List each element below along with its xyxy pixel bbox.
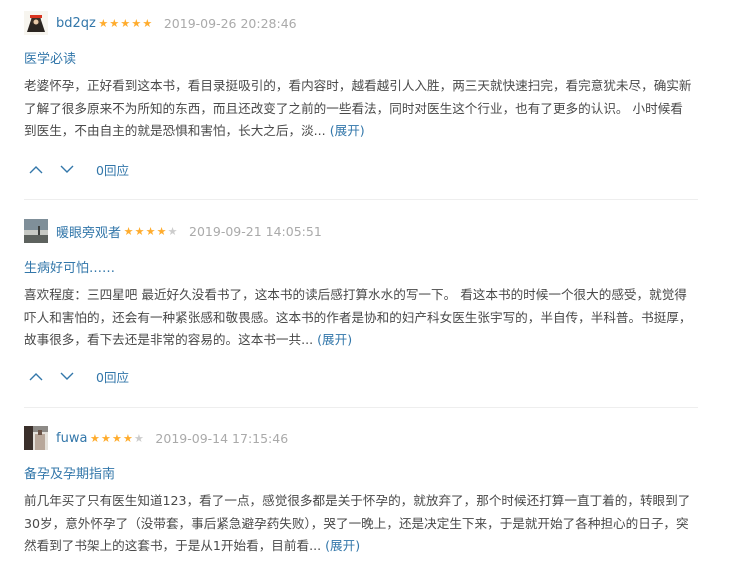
review-date: 2019-09-21 14:05:51: [189, 223, 322, 239]
downvote-button[interactable]: [55, 160, 79, 178]
star-icon: ★: [131, 16, 142, 30]
username[interactable]: 暖眼旁观者: [56, 222, 121, 241]
avatar[interactable]: [24, 426, 48, 450]
star-icon: ★: [100, 431, 111, 445]
rating-stars: ★ ★ ★ ★ ★: [98, 18, 153, 29]
reply-count[interactable]: 0回应: [96, 367, 129, 386]
review-title[interactable]: 备孕及孕期指南: [24, 463, 115, 482]
upvote-button[interactable]: [24, 160, 48, 178]
avatar[interactable]: [24, 219, 48, 243]
username[interactable]: fuwa: [56, 431, 87, 446]
expand-link[interactable]: (展开): [330, 123, 365, 138]
review-title[interactable]: 生病好可怕……: [24, 257, 115, 276]
star-icon: ★: [98, 16, 109, 30]
star-icon: ★: [133, 431, 144, 445]
upvote-button[interactable]: [24, 367, 48, 385]
star-icon: ★: [120, 16, 131, 30]
star-icon: ★: [142, 16, 153, 30]
expand-link[interactable]: (展开): [325, 538, 360, 553]
chevron-down-icon: [60, 165, 74, 173]
review-text: 前几年买了只有医生知道123，看了一点，感觉很多都是关于怀孕的，就放弃了，那个时…: [24, 490, 692, 558]
review-date: 2019-09-14 17:15:46: [155, 430, 289, 446]
chevron-up-icon: [29, 372, 43, 380]
chevron-down-icon: [60, 372, 74, 380]
review-actions: 0回应: [24, 365, 129, 387]
chevron-up-icon: [29, 165, 43, 173]
expand-link[interactable]: (展开): [317, 332, 352, 347]
star-icon: ★: [123, 224, 134, 238]
avatar[interactable]: [24, 11, 48, 35]
downvote-button[interactable]: [55, 367, 79, 385]
review-title[interactable]: 医学必读: [24, 48, 76, 67]
star-icon: ★: [134, 224, 145, 238]
star-icon: ★: [111, 431, 122, 445]
reply-count[interactable]: 0回应: [96, 160, 129, 179]
username[interactable]: bd2qz: [56, 16, 96, 31]
star-icon: ★: [156, 224, 167, 238]
divider: [24, 199, 698, 200]
review-header: 暖眼旁观者 ★ ★ ★ ★ ★ 2019-09-21 14:05:51: [24, 219, 322, 243]
star-icon: ★: [167, 224, 178, 238]
star-icon: ★: [109, 16, 120, 30]
review-actions: 0回应: [24, 158, 129, 180]
star-icon: ★: [89, 431, 100, 445]
rating-stars: ★ ★ ★ ★ ★: [123, 226, 178, 237]
review-date: 2019-09-26 20:28:46: [163, 15, 297, 31]
star-icon: ★: [145, 224, 156, 238]
review-header: fuwa ★ ★ ★ ★ ★ 2019-09-14 17:15:46: [24, 426, 289, 450]
review-excerpt: 喜欢程度：三四星吧 最近好久没看书了，这本书的读后感打算水水的写一下。 看这本书…: [24, 287, 692, 347]
review-text: 老婆怀孕，正好看到这本书，看目录挺吸引的，看内容时，越看越引人入胜，两三天就快速…: [24, 75, 692, 143]
divider: [24, 407, 698, 408]
review-header: bd2qz ★ ★ ★ ★ ★ 2019-09-26 20:28:46: [24, 11, 297, 35]
rating-stars: ★ ★ ★ ★ ★: [89, 433, 144, 444]
star-icon: ★: [122, 431, 133, 445]
review-text: 喜欢程度：三四星吧 最近好久没看书了，这本书的读后感打算水水的写一下。 看这本书…: [24, 284, 692, 352]
